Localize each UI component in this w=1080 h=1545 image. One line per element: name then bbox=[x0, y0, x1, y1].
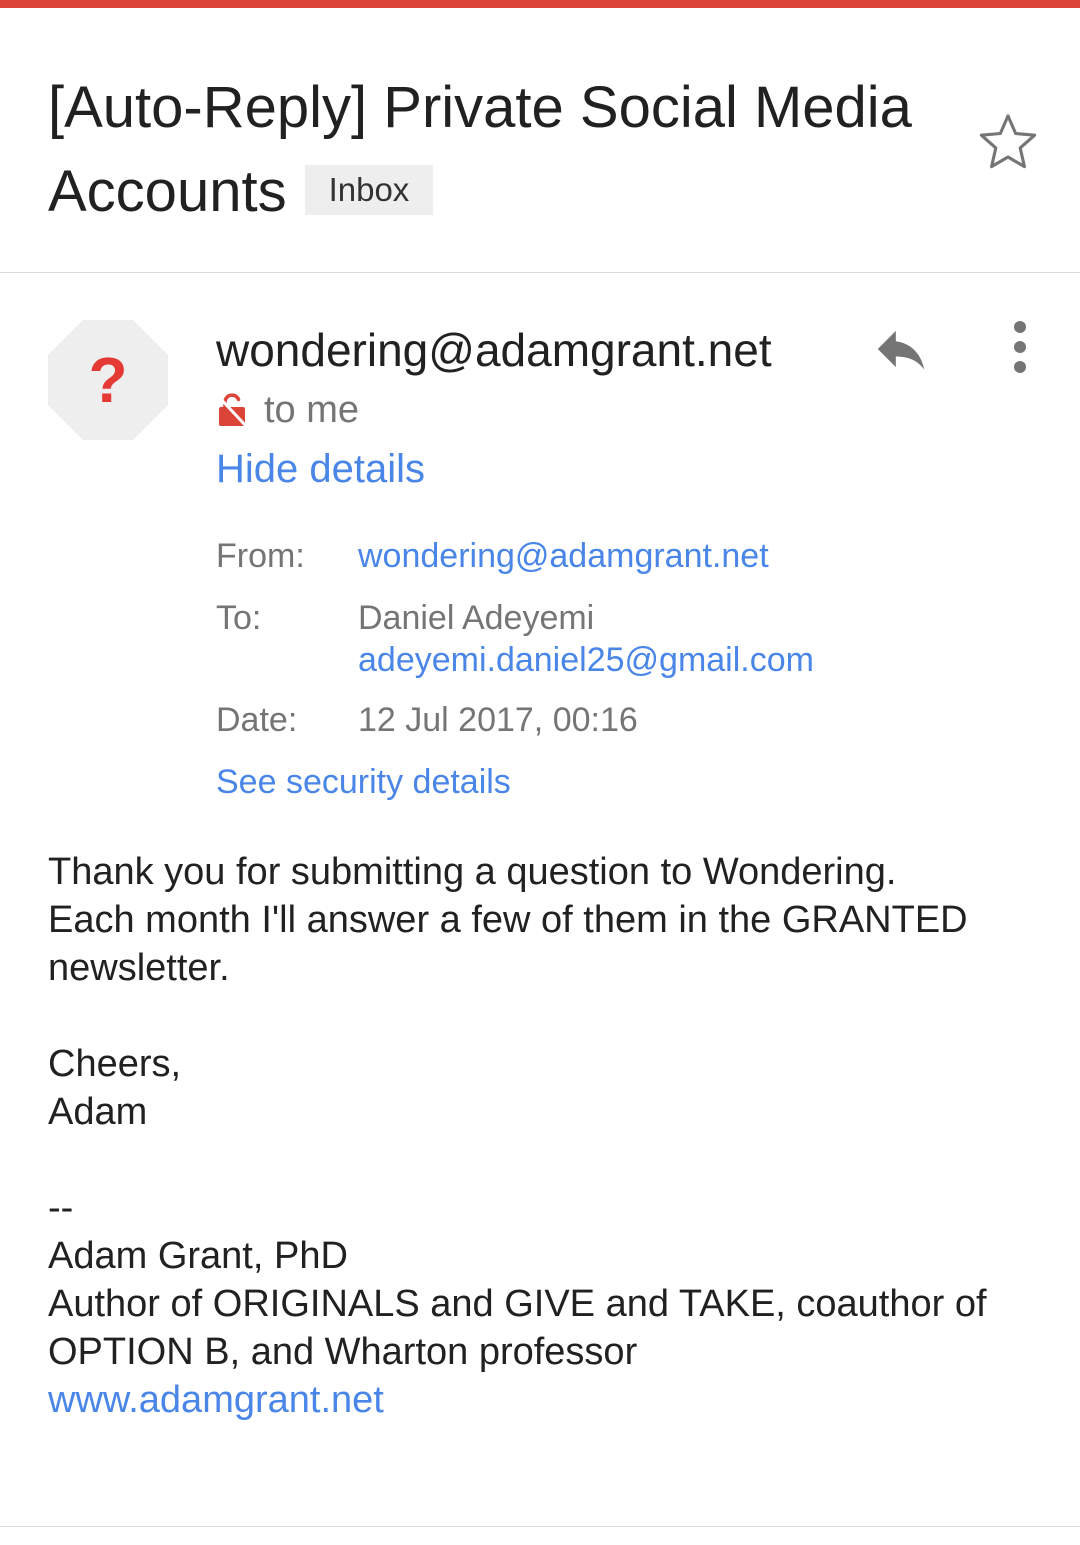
lock-open-icon[interactable] bbox=[216, 392, 248, 428]
body-line: Each month I'll answer a few of them in … bbox=[48, 899, 968, 941]
see-security-details-link[interactable]: See security details bbox=[216, 760, 511, 804]
signature-name: Adam Grant, PhD bbox=[48, 1235, 348, 1277]
reply-icon[interactable] bbox=[866, 318, 936, 380]
from-address-link[interactable]: wondering@adamgrant.net bbox=[358, 532, 769, 580]
star-icon[interactable] bbox=[974, 108, 1042, 176]
sender-first-name: Adam bbox=[48, 1091, 148, 1133]
sender-avatar[interactable]: ? bbox=[48, 320, 168, 440]
header-divider bbox=[0, 272, 1080, 273]
date-label: Date: bbox=[216, 701, 298, 739]
body-line: newsletter. bbox=[48, 947, 230, 989]
from-label: From: bbox=[216, 537, 305, 575]
signature-line: OPTION B, and Wharton professor bbox=[48, 1331, 638, 1373]
top-accent-bar bbox=[0, 0, 1080, 8]
sender-address[interactable]: wondering@adamgrant.net bbox=[216, 318, 772, 382]
recipient-summary-line: to me bbox=[216, 384, 359, 436]
closing-line: Cheers, bbox=[48, 1043, 182, 1085]
to-me-text: to me bbox=[264, 388, 360, 431]
signature-line: Author of ORIGINALS and GIVE and TAKE, c… bbox=[48, 1283, 987, 1325]
website-link[interactable]: www.adamgrant.net bbox=[48, 1376, 1048, 1424]
question-mark-icon: ? bbox=[88, 344, 127, 416]
to-name: Daniel Adeyemi bbox=[358, 599, 595, 637]
date-value: 12 Jul 2017, 00:16 bbox=[358, 701, 638, 739]
signature-separator: -- bbox=[48, 1187, 74, 1229]
hide-details-link[interactable]: Hide details bbox=[216, 443, 425, 495]
inbox-label-chip[interactable]: Inbox bbox=[304, 164, 434, 215]
message-body: Thank you for submitting a question to W… bbox=[48, 848, 1048, 1424]
to-email-link[interactable]: adeyemi.daniel25@gmail.com bbox=[358, 636, 814, 684]
body-line: Thank you for submitting a question to W… bbox=[48, 851, 897, 893]
email-subject: [Auto-Reply] Private Social Media Accoun… bbox=[48, 75, 912, 224]
to-label: To: bbox=[216, 599, 262, 637]
subject-line: [Auto-Reply] Private Social Media Accoun… bbox=[48, 66, 948, 234]
subject-header: [Auto-Reply] Private Social Media Accoun… bbox=[0, 8, 1080, 272]
more-vert-icon[interactable] bbox=[996, 318, 1044, 376]
bottom-divider bbox=[0, 1526, 1080, 1527]
